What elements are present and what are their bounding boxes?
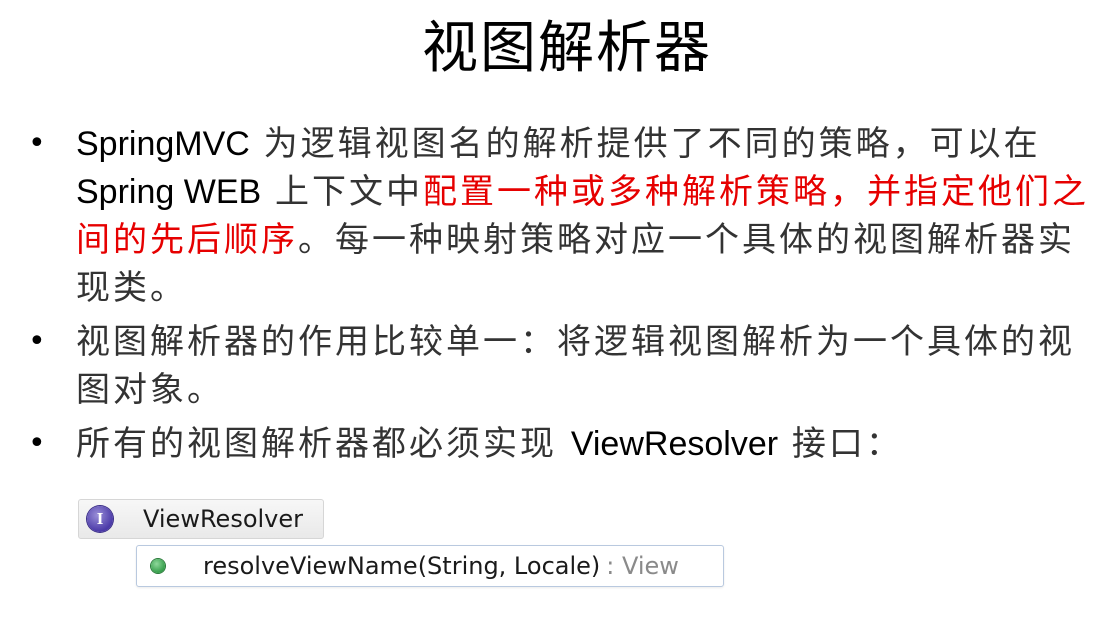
interface-name: ViewResolver <box>143 505 304 533</box>
text-purpose: 视图解析器的作用比较单一：将逻辑视图解析为一个具体的视图对象。 <box>76 322 1075 410</box>
public-method-icon <box>151 559 165 573</box>
method-signature: resolveViewName(String, Locale) <box>203 552 601 580</box>
bullet-item-purpose: • 视图解析器的作用比较单一：将逻辑视图解析为一个具体的视图对象。 <box>24 318 1094 414</box>
text-spring-web: Spring WEB <box>76 173 262 211</box>
bullet-list: • SpringMVC 为逻辑视图名的解析提供了不同的策略，可以在 Spring… <box>24 120 1094 474</box>
slide: 视图解析器 • SpringMVC 为逻辑视图名的解析提供了不同的策略，可以在 … <box>0 0 1114 620</box>
method-return-type: : View <box>606 552 679 580</box>
bullet-dot: • <box>28 324 46 359</box>
text-strategies-intro: 为逻辑视图名的解析提供了不同的策略，可以在 <box>249 124 1041 164</box>
bullet-dot: • <box>28 426 46 461</box>
text-viewresolver: ViewResolver <box>570 425 779 463</box>
type-outline: I ViewResolver resolveViewName(String, L… <box>78 497 738 597</box>
text-interface-intro: 所有的视图解析器都必须实现 <box>76 424 571 464</box>
text-interface-tail: 接口： <box>778 424 903 464</box>
outline-interface-row[interactable]: I ViewResolver <box>78 499 324 539</box>
text-springmvc: SpringMVC <box>76 125 250 163</box>
bullet-item-strategies: • SpringMVC 为逻辑视图名的解析提供了不同的策略，可以在 Spring… <box>24 120 1094 312</box>
slide-title: 视图解析器 <box>422 16 712 81</box>
bullet-dot: • <box>28 126 46 161</box>
outline-method-row[interactable]: resolveViewName(String, Locale) : View <box>136 545 724 587</box>
text-context: 上下文中 <box>261 172 423 212</box>
interface-icon: I <box>87 506 113 532</box>
bullet-item-interface: • 所有的视图解析器都必须实现 ViewResolver 接口： <box>24 420 1094 468</box>
